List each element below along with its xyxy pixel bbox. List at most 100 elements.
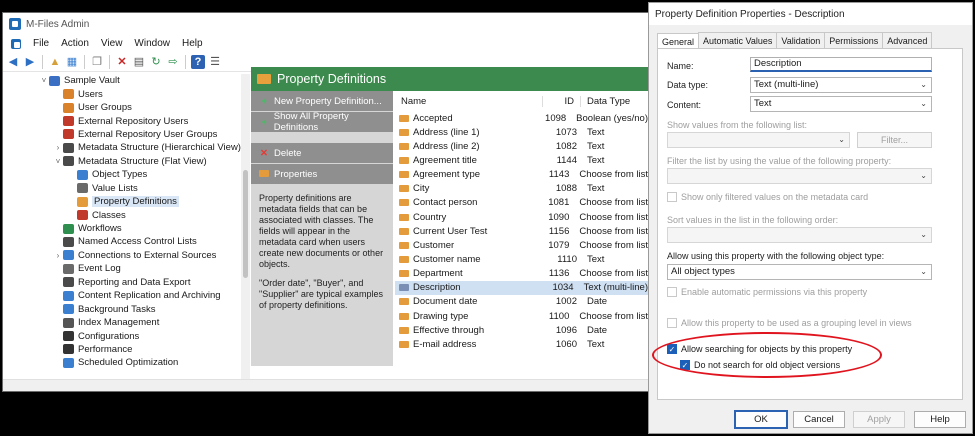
tree-item-external-repository-users[interactable]: External Repository Users	[3, 114, 241, 127]
content-select[interactable]: Text ⌄	[750, 96, 932, 112]
external-user-icon	[63, 116, 74, 127]
tree-item-metadata-structure-flat-view[interactable]: ˅ Metadata Structure (Flat View)	[3, 155, 241, 168]
menu-window[interactable]: Window	[128, 38, 176, 49]
show-all-property-definitions-task[interactable]: + Show All Property Definitions	[251, 111, 393, 133]
delete-task[interactable]: ✕ Delete	[251, 143, 393, 163]
no-old-versions-checkbox[interactable]: ✓ Do not search for old object versions	[680, 360, 840, 370]
tree-item-external-repository-user-groups[interactable]: External Repository User Groups	[3, 128, 241, 141]
show-values-label: Show values from the following list:	[667, 120, 808, 130]
properties-icon[interactable]: ▤	[132, 55, 146, 69]
help-button[interactable]: Help	[914, 411, 966, 428]
show-filtered-checkbox[interactable]: Show only filtered values on the metadat…	[667, 192, 868, 202]
chevron-down-icon[interactable]: ˅	[53, 157, 63, 166]
tree-item-scheduled-optimization[interactable]: Scheduled Optimization	[3, 356, 241, 369]
menu-view[interactable]: View	[95, 38, 129, 49]
sort-order-select[interactable]: ⌄	[667, 227, 932, 243]
content-label: Content:	[667, 100, 702, 110]
table-row[interactable]: Department 1136 Choose from list	[395, 267, 648, 281]
ok-button[interactable]: OK	[734, 410, 788, 429]
menu-help[interactable]: Help	[176, 38, 209, 49]
menu-file[interactable]: File	[27, 38, 55, 49]
table-row[interactable]: Agreement title 1144 Text	[395, 153, 648, 167]
value-list-select[interactable]: ⌄	[667, 132, 850, 148]
table-row[interactable]: Contact person 1081 Choose from list	[395, 196, 648, 210]
tree-item-performance[interactable]: Performance	[3, 343, 241, 356]
table-row[interactable]: Description 1034 Text (multi-line)	[395, 280, 648, 295]
tree-item-classes[interactable]: Classes	[3, 208, 241, 221]
table-row[interactable]: Address (line 1) 1073 Text	[395, 125, 648, 139]
chevron-right-icon[interactable]: ›	[53, 143, 63, 152]
checkbox-box	[667, 287, 677, 297]
allow-searching-checkbox[interactable]: ✓ Allow searching for objects by this pr…	[667, 344, 852, 354]
tree-vertical-scrollbar[interactable]	[241, 74, 250, 379]
filter-button[interactable]: Filter...	[857, 132, 932, 148]
tree-item-background-tasks[interactable]: Background Tasks	[3, 302, 241, 315]
chevron-down-icon[interactable]: ˅	[39, 76, 49, 85]
tree-item-connections-to-external-sources[interactable]: › Connections to External Sources	[3, 249, 241, 262]
chevron-right-icon[interactable]: ›	[53, 251, 63, 260]
grouping-level-checkbox[interactable]: Allow this property to be used as a grou…	[667, 318, 912, 328]
filter-property-select[interactable]: ⌄	[667, 168, 932, 184]
tree-item-reporting-and-data-export[interactable]: Reporting and Data Export	[3, 276, 241, 289]
show-hide-tree-icon[interactable]: ▦	[65, 55, 79, 69]
tree-item-named-access-control-lists[interactable]: Named Access Control Lists	[3, 235, 241, 248]
table-row[interactable]: Agreement type 1143 Choose from list	[395, 168, 648, 182]
tree-item-label: External Repository Users	[78, 115, 189, 127]
table-row[interactable]: Customer name 1110 Text	[395, 252, 648, 266]
forward-icon[interactable]: ▶	[23, 55, 37, 69]
apply-button[interactable]: Apply	[853, 411, 905, 428]
filter-property-label: Filter the list by using the value of th…	[667, 156, 892, 166]
page-title: Property Definitions	[277, 72, 387, 86]
tree-item-index-management[interactable]: Index Management	[3, 316, 241, 329]
refresh-icon[interactable]: ↻	[149, 55, 163, 69]
delete-icon[interactable]: ✕	[115, 55, 129, 69]
system-menu-icon[interactable]	[5, 38, 27, 49]
cancel-button[interactable]: Cancel	[793, 411, 845, 428]
table-row[interactable]: Country 1090 Choose from list	[395, 210, 648, 224]
object-type-select[interactable]: All object types ⌄	[667, 264, 932, 280]
table-row[interactable]: Effective through 1096 Date	[395, 323, 648, 337]
tree-item-users[interactable]: Users	[3, 87, 241, 100]
help-icon[interactable]: ?	[191, 54, 205, 69]
column-header-id[interactable]: ID	[543, 95, 581, 107]
table-row[interactable]: Customer 1079 Choose from list	[395, 238, 648, 252]
tree-item-configurations[interactable]: Configurations	[3, 329, 241, 342]
tree-item-user-groups[interactable]: User Groups	[3, 101, 241, 114]
horizontal-scrollbar[interactable]	[3, 379, 649, 391]
tree-item-value-lists[interactable]: Value Lists	[3, 182, 241, 195]
row-id: 1110	[557, 253, 577, 265]
tree-item-property-definitions[interactable]: Property Definitions	[3, 195, 241, 208]
table-row[interactable]: Document date 1002 Date	[395, 295, 648, 309]
menu-action[interactable]: Action	[55, 38, 95, 49]
table-row[interactable]: E-mail address 1060 Text	[395, 337, 648, 351]
tree-item-event-log[interactable]: Event Log	[3, 262, 241, 275]
copy-icon[interactable]: ❐	[90, 55, 104, 69]
automatic-permissions-checkbox[interactable]: Enable automatic permissions via this pr…	[667, 287, 867, 297]
table-row[interactable]: Drawing type 1100 Choose from list	[395, 309, 648, 323]
tree-item-metadata-structure-hierarchical-view[interactable]: › Metadata Structure (Hierarchical View)	[3, 141, 241, 154]
tree-item-sample-vault[interactable]: ˅ Sample Vault	[3, 74, 241, 87]
table-row[interactable]: City 1088 Text	[395, 182, 648, 196]
new-property-definition-task[interactable]: + New Property Definition...	[251, 91, 393, 111]
up-folder-icon[interactable]: ▲	[48, 55, 62, 69]
export-icon[interactable]: ⇨	[166, 55, 180, 69]
list-view-icon[interactable]: ☰	[208, 55, 222, 69]
checkbox-box	[667, 318, 677, 328]
column-header-name[interactable]: Name	[395, 95, 543, 107]
tree-item-workflows[interactable]: Workflows	[3, 222, 241, 235]
column-header-data-type[interactable]: Data Type	[581, 96, 630, 107]
back-icon[interactable]: ◀	[6, 55, 20, 69]
row-id: 1100	[548, 310, 570, 322]
table-row[interactable]: Address (line 2) 1082 Text	[395, 139, 648, 153]
tree-item-content-replication-and-archiving[interactable]: Content Replication and Archiving	[3, 289, 241, 302]
table-row[interactable]: Current User Test 1156 Choose from list	[395, 224, 648, 238]
properties-icon	[259, 169, 269, 180]
row-id: 1060	[555, 338, 577, 350]
table-row[interactable]: Accepted 1098 Boolean (yes/no)	[395, 111, 648, 125]
name-input[interactable]: Description	[750, 57, 932, 72]
tree-item-object-types[interactable]: Object Types	[3, 168, 241, 181]
data-type-select[interactable]: Text (multi-line) ⌄	[750, 77, 932, 93]
properties-task[interactable]: Properties	[251, 164, 393, 184]
tree-scroll-thumb[interactable]	[243, 170, 248, 278]
row-name-cell: Description	[395, 282, 540, 293]
